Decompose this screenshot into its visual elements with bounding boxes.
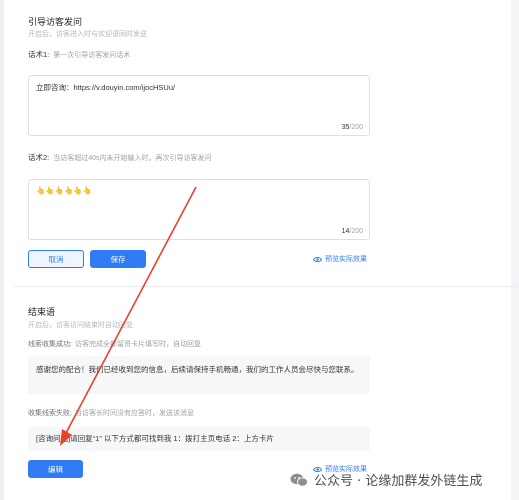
watermark: 公众号 · 论缘加群发外链生成 xyxy=(290,470,482,489)
annotation-arrow xyxy=(60,186,197,446)
wechat-logo-icon xyxy=(290,473,308,487)
watermark-text: 公众号 · 论缘加群发外链生成 xyxy=(314,474,483,489)
